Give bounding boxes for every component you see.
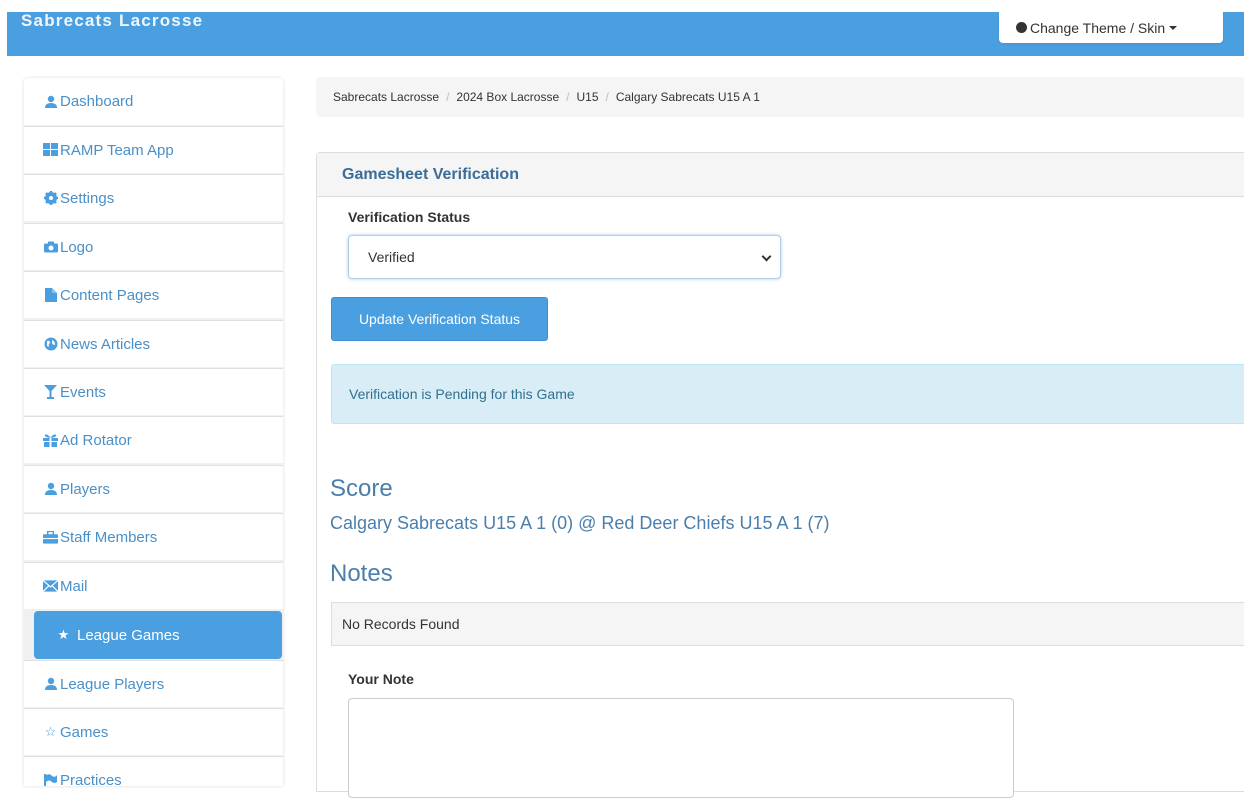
sidebar-item-news-articles[interactable]: News Articles [24,320,283,367]
sidebar-item-label: Games [60,723,109,741]
panel-heading: Gamesheet Verification [317,153,1244,197]
verification-alert: Verification is Pending for this Game [331,364,1244,424]
glass-icon [43,384,58,400]
sidebar-item-label: Logo [60,238,94,256]
breadcrumb-item-current: Calgary Sabrecats U15 A 1 [615,90,760,104]
sidebar-item-label: Content Pages [60,286,160,304]
your-note-label: Your Note [348,671,414,687]
flag-icon [43,773,58,786]
breadcrumb-separator: / [566,90,570,104]
caret-down-icon [1169,25,1178,30]
gift-icon [43,433,58,448]
breadcrumb: Sabrecats Lacrosse / 2024 Box Lacrosse /… [316,77,1244,117]
sidebar-item-label: Practices [60,771,122,787]
sidebar-item-ramp-team-app[interactable]: RAMP Team App [24,126,283,173]
sidebar-item-mail[interactable]: Mail [24,562,283,609]
chevron-down-icon [761,251,772,262]
sidebar-item-label: League Players [60,675,165,693]
globe-icon [43,337,58,352]
breadcrumb-item[interactable]: 2024 Box Lacrosse [456,90,559,104]
sidebar-item-ad-rotator[interactable]: Ad Rotator [24,416,283,463]
sidebar-item-label: League Games [77,626,180,644]
file-icon [43,288,58,303]
sidebar-item-league-players[interactable]: League Players [24,660,283,707]
breadcrumb-separator: / [605,90,609,104]
sidebar-item-label: Settings [60,189,115,207]
sidebar-item-dashboard[interactable]: Dashboard [24,78,283,125]
change-theme-label: Change Theme / Skin [1030,19,1166,36]
brand-title[interactable]: Sabrecats Lacrosse [21,11,203,31]
score-heading: Score [330,475,393,502]
user-icon [43,94,58,109]
sidebar-item-label: Ad Rotator [60,431,132,449]
sidebar-nav: Dashboard RAMP Team App Settings Logo Co… [24,78,283,786]
verification-status-value: Verified [368,249,415,265]
sidebar-item-events[interactable]: Events [24,368,283,415]
sidebar-item-label: Staff Members [60,528,158,546]
sidebar-item-label: News Articles [60,335,151,353]
score-text: Calgary Sabrecats U15 A 1 (0) @ Red Deer… [330,513,830,533]
camera-icon [43,240,58,255]
top-navbar: Sabrecats Lacrosse Change Theme / Skin [7,11,1244,56]
verification-status-select[interactable]: Verified [348,235,781,279]
update-verification-button[interactable]: Update Verification Status [331,297,548,341]
sidebar-item-staff-members[interactable]: Staff Members [24,513,283,560]
change-theme-button[interactable]: Change Theme / Skin [999,12,1223,43]
note-textarea[interactable] [348,698,1014,798]
user-icon [43,482,58,497]
user-icon [43,677,58,692]
verification-status-label: Verification Status [348,209,471,225]
sidebar-item-practices[interactable]: Practices [24,756,283,786]
breadcrumb-item[interactable]: U15 [576,90,598,104]
notes-heading: Notes [330,560,393,587]
sidebar-item-games[interactable]: ☆ Games [24,708,283,755]
sidebar-item-label: Players [60,480,111,498]
breadcrumb-separator: / [446,90,450,104]
star-outline-icon: ☆ [44,724,57,739]
star-icon: ★ [57,627,70,642]
notes-empty-row: No Records Found [331,602,1244,646]
gear-icon [43,191,58,206]
adjust-icon [1016,22,1027,33]
sidebar-item-league-games[interactable]: ★ League Games [34,611,282,659]
sidebar-item-label: Mail [60,577,88,595]
sidebar-item-logo[interactable]: Logo [24,223,283,270]
sidebar-item-label: Dashboard [60,93,134,110]
gamesheet-verification-panel: Gamesheet Verification Verification Stat… [316,152,1244,798]
breadcrumb-item[interactable]: Sabrecats Lacrosse [333,90,439,104]
sidebar-item-label: Events [60,383,106,401]
grid-icon [43,143,58,158]
sidebar-item-content-pages[interactable]: Content Pages [24,271,283,318]
sidebar-item-players[interactable]: Players [24,465,283,512]
briefcase-icon [43,530,58,545]
sidebar-item-settings[interactable]: Settings [24,174,283,221]
sidebar-item-label: RAMP Team App [60,141,174,159]
envelope-icon [43,579,58,594]
